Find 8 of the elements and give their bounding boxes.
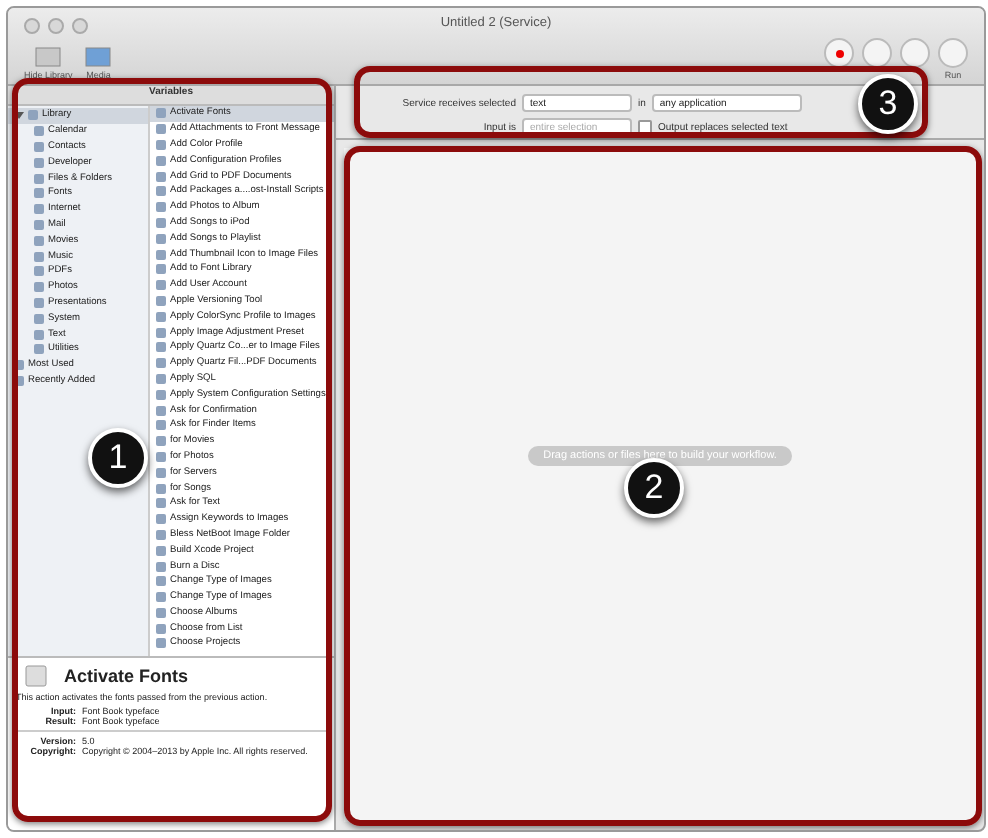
record-button[interactable]: [824, 38, 854, 68]
library-icon: [34, 46, 63, 68]
disclosure-icon[interactable]: [14, 110, 24, 121]
action-title: Activate Fonts: [64, 666, 189, 686]
stop-button[interactable]: [900, 38, 930, 68]
media-icon: [84, 46, 113, 68]
fonts-icon: [24, 664, 48, 688]
step-button[interactable]: [862, 38, 892, 68]
